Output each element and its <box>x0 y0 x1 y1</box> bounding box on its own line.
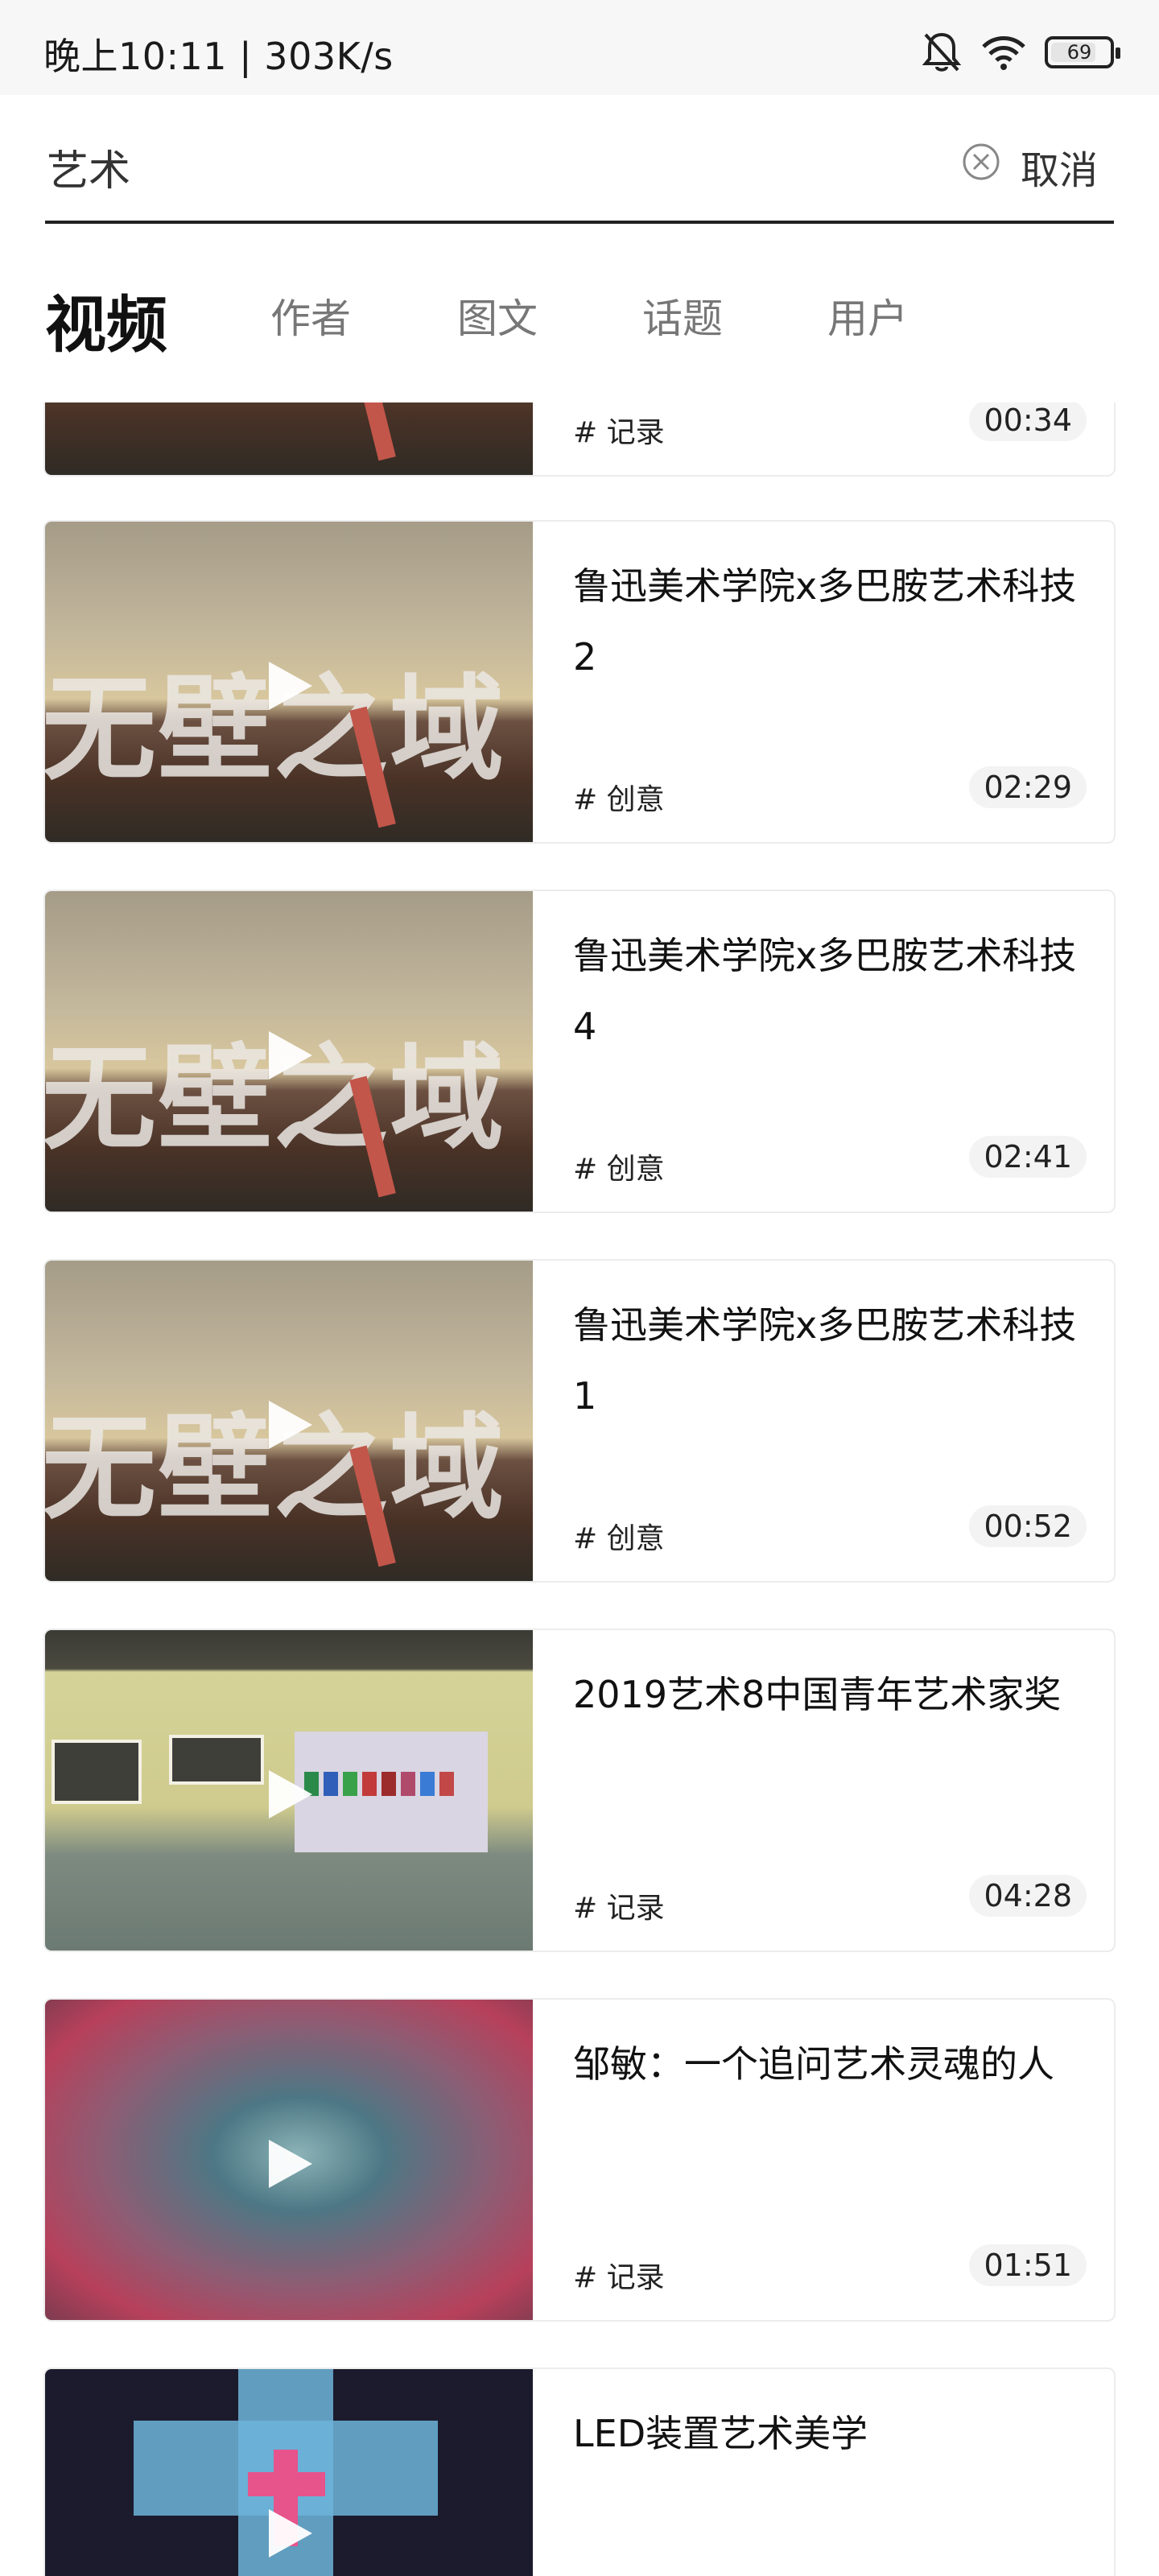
video-card[interactable]: 无壁之域 鲁迅美术学院x多巴胺艺术科技2 # 创意 02:29 <box>43 520 1116 844</box>
play-icon[interactable] <box>269 1031 312 1080</box>
video-thumbnail <box>45 2000 533 2320</box>
video-tag[interactable]: # 创意 <box>573 1515 665 1557</box>
thumbnail-caption: 无壁之域 <box>45 1033 505 1166</box>
video-duration: 02:29 <box>969 766 1087 808</box>
video-tag: # 记录 <box>573 416 665 449</box>
bell-muted-icon <box>922 32 962 72</box>
video-thumbnail: 无壁之域 <box>45 522 533 842</box>
video-card[interactable]: 邹敏：一个追问艺术灵魂的人 # 记录 01:51 <box>43 1998 1116 2322</box>
tab-author[interactable]: 作者 <box>270 287 351 345</box>
video-duration: 00:34 <box>969 402 1087 441</box>
video-thumbnail <box>45 402 533 475</box>
video-title[interactable]: 鲁迅美术学院x多巴胺艺术科技1 <box>573 1290 1088 1431</box>
video-title[interactable]: 邹敏：一个追问艺术灵魂的人 <box>573 2029 1088 2099</box>
search-bar: 艺术 取消 <box>45 95 1114 224</box>
category-tabs: 视频 作者 图文 话题 用户 <box>45 266 1114 362</box>
video-tag[interactable]: # 创意 <box>573 1146 665 1187</box>
tab-video[interactable]: 视频 <box>45 275 167 364</box>
video-card[interactable]: 无壁之域 鲁迅美术学院x多巴胺艺术科技1 # 创意 00:52 <box>43 1259 1116 1583</box>
status-icons: 69 <box>921 29 1120 76</box>
tab-image-text[interactable]: 图文 <box>457 287 538 345</box>
video-tag[interactable]: # 记录 <box>573 1885 665 1926</box>
battery-level: 69 <box>1066 41 1092 64</box>
play-icon[interactable] <box>269 2140 312 2188</box>
video-card[interactable]: 2019艺术8中国青年艺术家奖 # 记录 04:28 <box>43 1629 1116 1952</box>
video-duration: 04:28 <box>969 1875 1087 1917</box>
tab-user[interactable]: 用户 <box>827 287 908 345</box>
video-tag[interactable]: # 创意 <box>573 776 665 818</box>
video-duration: 00:52 <box>969 1505 1087 1547</box>
video-card[interactable]: LED装置艺术美学 <box>43 2368 1116 2576</box>
video-card[interactable]: 无壁之域 鲁迅美术学院x多巴胺艺术科技4 # 创意 02:41 <box>43 890 1116 1213</box>
wifi-icon <box>982 36 1025 70</box>
video-duration: 01:51 <box>969 2244 1087 2286</box>
video-list[interactable]: # 记录 00:34 无壁之域 鲁迅美术学院x多巴胺艺术科技2 # 创意 02:… <box>0 402 1159 2576</box>
video-thumbnail <box>45 1630 533 1951</box>
battery-icon: 69 <box>1045 36 1120 68</box>
video-card[interactable]: # 记录 00:34 <box>43 402 1116 477</box>
tab-topic[interactable]: 话题 <box>642 287 723 345</box>
video-title[interactable]: 2019艺术8中国青年艺术家奖 <box>573 1659 1088 1730</box>
video-thumbnail: 无壁之域 <box>45 1261 533 1581</box>
play-icon[interactable] <box>269 1401 312 1449</box>
status-time-speed: 晚上10:11 | 303K/s <box>43 35 394 78</box>
video-tag[interactable]: # 记录 <box>573 2254 665 2296</box>
thumbnail-caption: 无壁之域 <box>45 1402 505 1535</box>
play-icon[interactable] <box>269 2509 312 2557</box>
close-circle-icon[interactable] <box>961 142 1001 182</box>
video-thumbnail: 无壁之域 <box>45 891 533 1212</box>
video-thumbnail <box>45 2369 533 2576</box>
play-icon[interactable] <box>269 1770 312 1818</box>
video-title[interactable]: LED装置艺术美学 <box>573 2398 1088 2469</box>
play-icon[interactable] <box>269 662 312 710</box>
cancel-button[interactable]: 取消 <box>1021 138 1098 195</box>
video-title[interactable]: 鲁迅美术学院x多巴胺艺术科技2 <box>573 551 1088 692</box>
video-duration: 02:41 <box>969 1136 1087 1178</box>
video-title[interactable]: 鲁迅美术学院x多巴胺艺术科技4 <box>573 920 1088 1062</box>
thumbnail-caption: 无壁之域 <box>45 663 505 796</box>
status-bar: 晚上10:11 | 303K/s 69 <box>0 0 1159 95</box>
search-input[interactable]: 艺术 <box>47 137 130 197</box>
